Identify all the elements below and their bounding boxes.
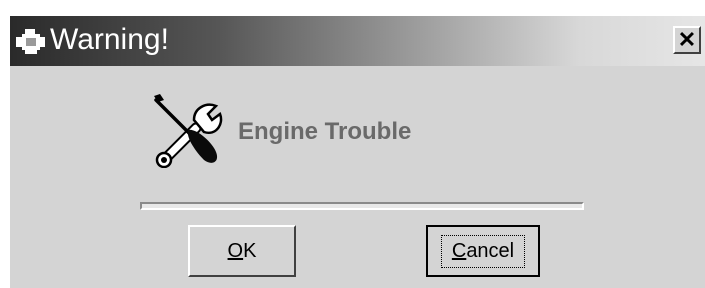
cancel-label-rest: ancel bbox=[466, 239, 515, 262]
close-icon: ✕ bbox=[677, 27, 697, 52]
engine-icon bbox=[16, 29, 45, 54]
tools-icon bbox=[154, 94, 223, 168]
title-bar[interactable]: Warning! ✕ bbox=[10, 16, 705, 66]
ok-label-rest: K bbox=[243, 239, 257, 262]
close-button[interactable]: ✕ bbox=[673, 26, 701, 54]
warning-dialog: Warning! ✕ Engine Trouble OK Cancel bbox=[8, 14, 705, 288]
progress-bar bbox=[140, 202, 584, 210]
cancel-accelerator: C bbox=[451, 239, 467, 262]
cancel-focus-rect: Cancel bbox=[440, 234, 526, 268]
ok-button-label: OK bbox=[228, 240, 257, 263]
cancel-button[interactable]: Cancel bbox=[426, 225, 540, 277]
message-text: Engine Trouble bbox=[238, 118, 412, 145]
ok-button[interactable]: OK bbox=[188, 225, 296, 277]
window-title: Warning! bbox=[50, 23, 169, 56]
ok-accelerator: O bbox=[227, 239, 244, 262]
